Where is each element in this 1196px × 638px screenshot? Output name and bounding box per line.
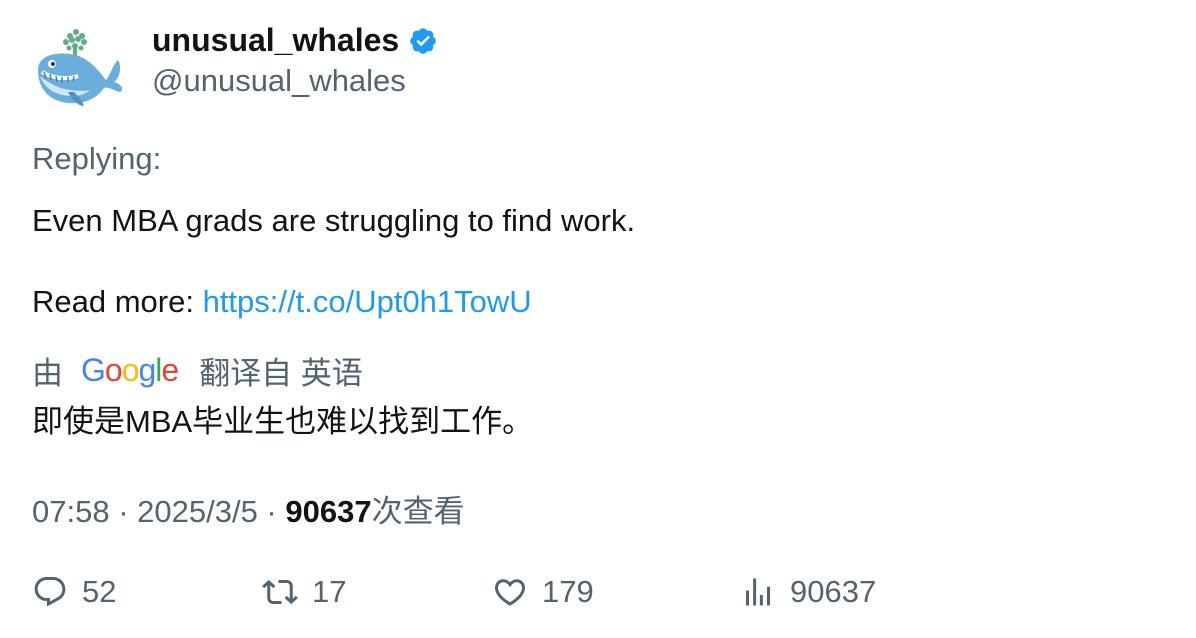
tweet-link[interactable]: https://t.co/Upt0h1TowU bbox=[203, 284, 532, 319]
views-button[interactable]: 90637 bbox=[740, 574, 876, 610]
retweet-count: 17 bbox=[312, 574, 347, 609]
views-label: 次查看 bbox=[371, 494, 465, 529]
translation-suffix: 翻译自 英语 bbox=[199, 356, 363, 391]
google-letter: e bbox=[161, 352, 179, 388]
tweet-meta[interactable]: 07:58 · 2025/3/5 · 90637次查看 bbox=[32, 486, 465, 531]
like-count: 179 bbox=[542, 574, 594, 609]
heart-icon bbox=[494, 579, 526, 606]
verified-badge-icon bbox=[410, 27, 436, 54]
translation-attribution: 由 Google 翻译自 英语 bbox=[32, 348, 363, 393]
author-handle[interactable]: @unusual_whales bbox=[152, 63, 406, 99]
translated-text: 即使是MBA毕业生也难以找到工作。 bbox=[32, 404, 534, 439]
author-name-row: unusual_whales bbox=[152, 22, 438, 59]
google-logo: Google bbox=[81, 352, 179, 389]
like-button[interactable]: 179 bbox=[492, 574, 594, 610]
google-letter: o bbox=[121, 352, 140, 388]
reply-button[interactable]: 52 bbox=[32, 574, 116, 610]
author-display-name[interactable]: unusual_whales bbox=[152, 22, 399, 59]
analytics-bars-icon bbox=[746, 578, 770, 606]
tweet-text: Even MBA grads are struggling to find wo… bbox=[32, 203, 636, 238]
translation-prefix: 由 bbox=[32, 356, 63, 391]
retweet-button[interactable]: 17 bbox=[262, 574, 346, 610]
author-avatar[interactable] bbox=[32, 26, 124, 110]
reply-icon bbox=[34, 577, 66, 607]
google-letter: g bbox=[138, 352, 156, 388]
retweet-icon bbox=[262, 579, 298, 605]
tweet-date: 2025/3/5 bbox=[137, 494, 258, 529]
meta-separator: · bbox=[257, 494, 286, 529]
views-action-count: 90637 bbox=[790, 574, 877, 609]
google-letter: G bbox=[81, 352, 106, 388]
google-letter: o bbox=[104, 352, 123, 388]
reply-count: 52 bbox=[82, 574, 117, 609]
tweet-time: 07:58 bbox=[32, 494, 110, 529]
views-count: 90637 bbox=[285, 494, 372, 529]
read-more-label: Read more: bbox=[32, 284, 203, 319]
replying-label: Replying: bbox=[32, 141, 162, 176]
meta-separator: · bbox=[109, 494, 138, 529]
read-more-line: Read more: https://t.co/Upt0h1TowU bbox=[32, 284, 532, 320]
whale-avatar-icon bbox=[38, 29, 122, 106]
